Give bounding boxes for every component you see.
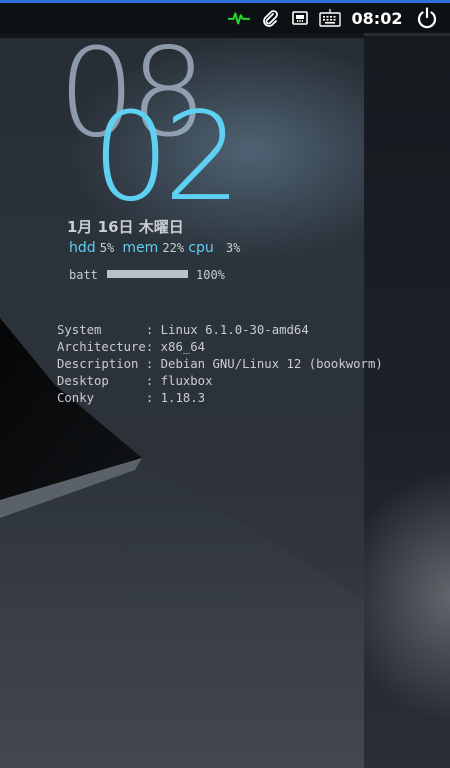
system-info: System : Linux 6.1.0-30-amd64 Architectu… [57,322,383,407]
conky-date: 1月 16日 木曜日 [67,218,184,236]
info-value: Debian GNU/Linux 12 (bookworm) [160,357,383,371]
cpu-value: 3% [225,241,241,255]
info-row: Architecture: x86_64 [57,340,206,354]
paperclip-icon[interactable] [259,7,281,29]
keyboard-icon[interactable] [319,7,341,29]
info-key: Description [57,357,146,371]
battery-bar-fill [107,270,188,278]
info-key: Conky [57,391,146,405]
mem-label: mem [122,240,159,256]
hdd-label: hdd [69,240,96,256]
hdd-value: 5% [99,241,115,255]
power-icon[interactable] [415,6,439,30]
info-row: System : Linux 6.1.0-30-amd64 [57,323,309,337]
cpu-label: cpu [188,240,214,256]
activity-monitor-icon[interactable] [228,7,250,29]
conky-clock-minutes: 02 [92,86,241,228]
info-value: 1.18.3 [160,391,206,405]
info-key: Desktop [57,374,146,388]
info-row: Description : Debian GNU/Linux 12 (bookw… [57,357,383,371]
mem-value: 22% [162,241,185,255]
conky-stats: hdd 5% mem 22% cpu 3% [69,240,240,257]
info-value: x86_64 [160,340,206,354]
info-value: Linux 6.1.0-30-amd64 [160,323,309,337]
battery-label: batt [69,268,98,282]
panel-clock[interactable]: 08:02 [350,9,404,29]
info-key: Architecture [57,340,146,354]
battery-bar [107,270,188,278]
network-icon[interactable] [289,7,311,29]
info-row: Conky : 1.18.3 [57,391,206,405]
info-value: fluxbox [160,374,213,388]
info-row: Desktop : fluxbox [57,374,213,388]
battery-value: 100% [196,268,225,282]
info-key: System [57,323,146,337]
